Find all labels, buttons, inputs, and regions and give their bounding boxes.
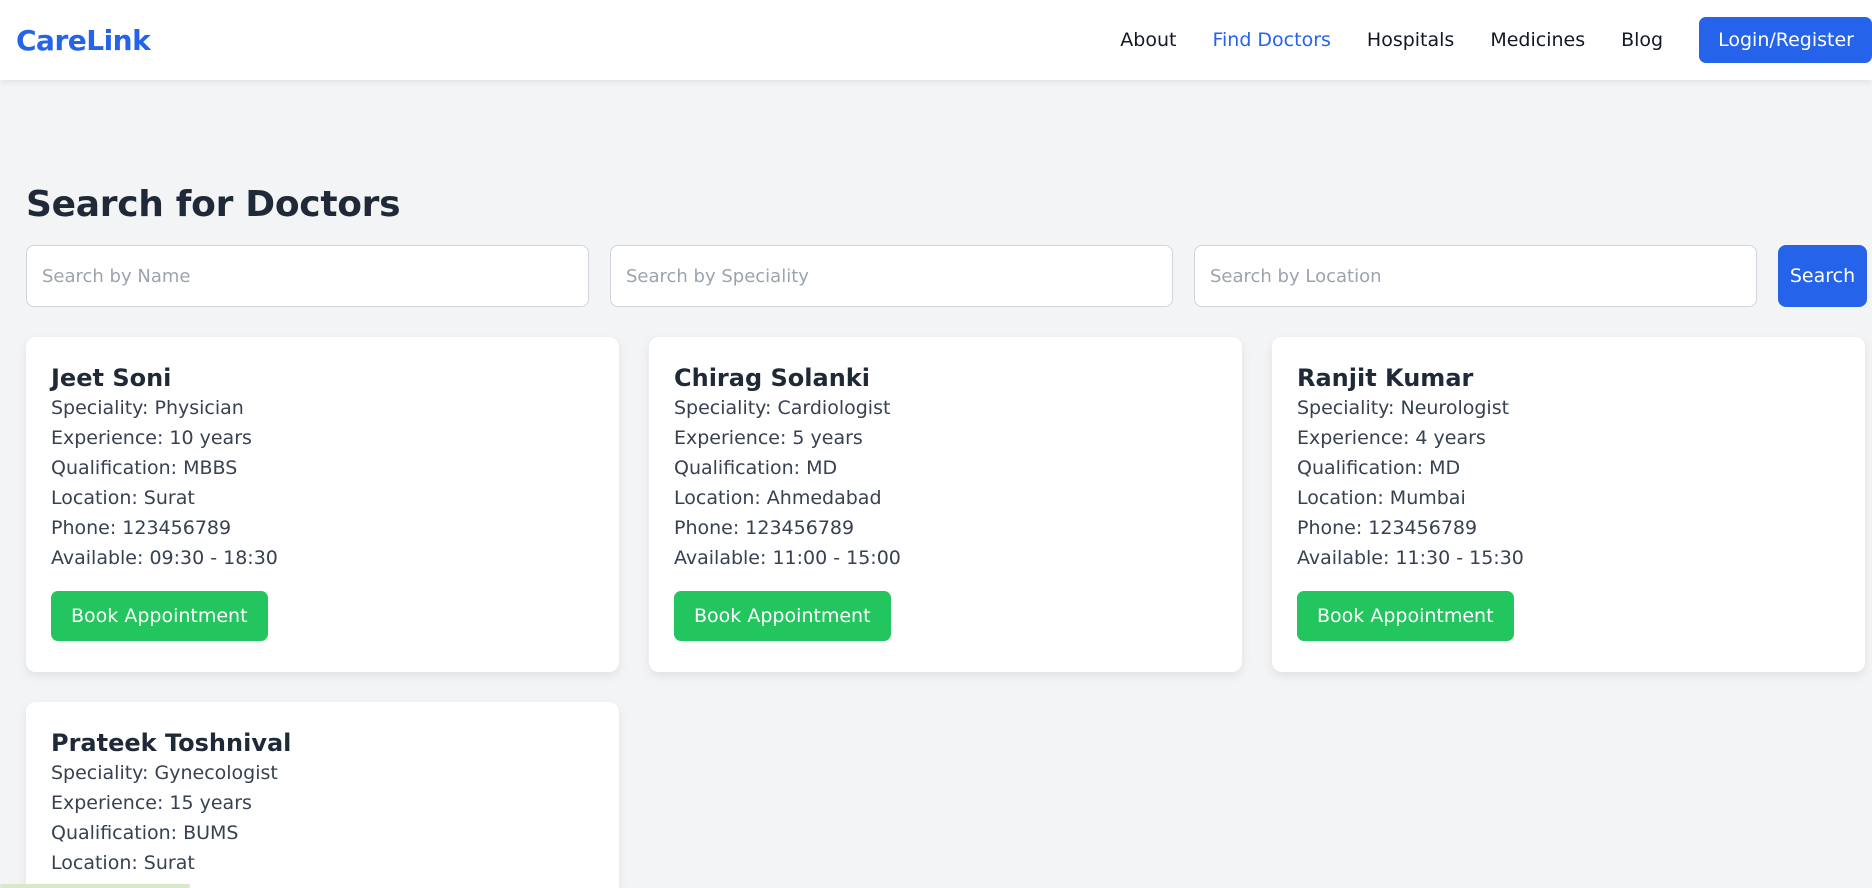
book-appointment-button[interactable]: Book Appointment (1297, 591, 1514, 641)
doctor-name: Ranjit Kumar (1297, 364, 1474, 392)
doctor-card: Chirag Solanki Speciality: Cardiologist … (649, 337, 1242, 672)
doctor-phone: Phone: 123456789 (1297, 517, 1478, 539)
doctor-location: Location: Ahmedabad (674, 487, 882, 509)
doctor-availability: Available: 09:30 - 18:30 (51, 547, 278, 569)
doctor-phone: Phone: 123456789 (674, 517, 855, 539)
nav-link-find-doctors[interactable]: Find Doctors (1212, 29, 1330, 51)
doctor-qualification: Qualification: MD (1297, 457, 1461, 479)
search-bar: Search (26, 245, 1867, 307)
doctor-name: Jeet Soni (51, 364, 172, 392)
doctor-availability: Available: 11:30 - 15:30 (1297, 547, 1524, 569)
doctor-location: Location: Surat (51, 852, 195, 874)
nav-link-blog[interactable]: Blog (1621, 29, 1663, 51)
doctor-qualification: Qualification: MBBS (51, 457, 238, 479)
doctor-experience: Experience: 4 years (1297, 427, 1486, 449)
book-appointment-button[interactable]: Book Appointment (674, 591, 891, 641)
doctor-name: Prateek Toshnival (51, 729, 292, 757)
doctor-speciality: Speciality: Gynecologist (51, 762, 278, 784)
nav-links: About Find Doctors Hospitals Medicines B… (1120, 0, 1872, 80)
search-speciality-input[interactable] (610, 245, 1173, 307)
doctor-phone: Phone: 123456789 (51, 517, 232, 539)
doctor-location: Location: Surat (51, 487, 195, 509)
nav-link-about[interactable]: About (1120, 29, 1176, 51)
doctor-experience: Experience: 10 years (51, 427, 252, 449)
top-navbar: CareLink About Find Doctors Hospitals Me… (0, 0, 1872, 80)
doctor-experience: Experience: 15 years (51, 792, 252, 814)
book-appointment-button[interactable]: Book Appointment (51, 591, 268, 641)
doctor-experience: Experience: 5 years (674, 427, 863, 449)
search-location-input[interactable] (1194, 245, 1757, 307)
main-content: Search for Doctors Search (26, 180, 1867, 307)
doctor-name: Chirag Solanki (674, 364, 870, 392)
doctor-card: Prateek Toshnival Speciality: Gynecologi… (26, 702, 619, 888)
search-name-input[interactable] (26, 245, 589, 307)
search-button[interactable]: Search (1778, 245, 1867, 307)
doctor-speciality: Speciality: Cardiologist (674, 397, 891, 419)
login-register-button[interactable]: Login/Register (1699, 17, 1872, 63)
doctor-card: Ranjit Kumar Speciality: Neurologist Exp… (1272, 337, 1865, 672)
doctor-location: Location: Mumbai (1297, 487, 1466, 509)
nav-link-medicines[interactable]: Medicines (1490, 29, 1585, 51)
doctor-speciality: Speciality: Physician (51, 397, 244, 419)
doctor-qualification: Qualification: BUMS (51, 822, 239, 844)
brand-logo[interactable]: CareLink (16, 24, 151, 57)
doctor-card: Jeet Soni Speciality: Physician Experien… (26, 337, 619, 672)
page-title: Search for Doctors (26, 184, 401, 225)
nav-link-hospitals[interactable]: Hospitals (1367, 29, 1454, 51)
doctor-speciality: Speciality: Neurologist (1297, 397, 1510, 419)
doctor-availability: Available: 11:00 - 15:00 (674, 547, 901, 569)
doctor-qualification: Qualification: MD (674, 457, 838, 479)
horizontal-scroll-indicator[interactable] (0, 884, 190, 888)
